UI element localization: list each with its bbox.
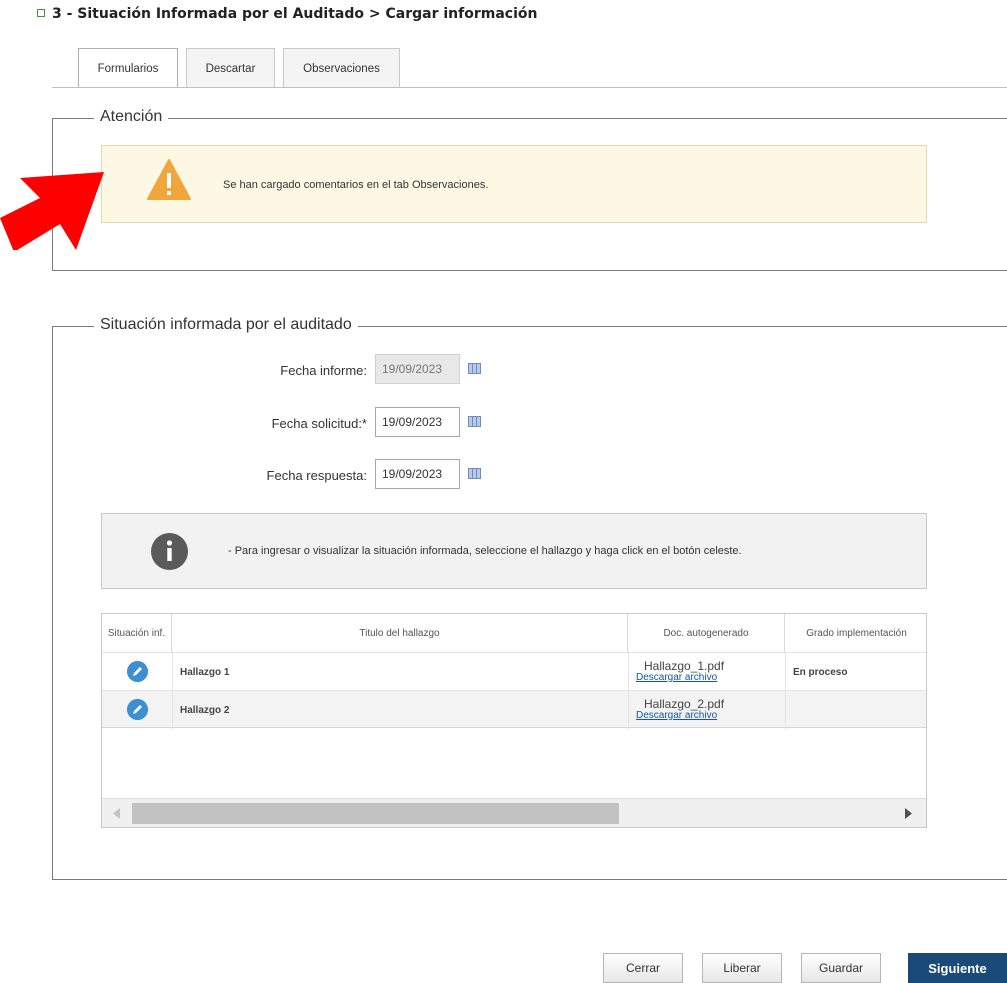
grado-value: En proceso bbox=[793, 667, 848, 678]
square-bullet-icon bbox=[37, 9, 45, 17]
warning-message: Se han cargado comentarios en el tab Obs… bbox=[223, 179, 489, 191]
siguiente-button[interactable]: Siguiente bbox=[908, 953, 1007, 983]
info-message: - Para ingresar o visualizar la situació… bbox=[228, 545, 742, 557]
fecha-informe-label: Fecha informe: bbox=[280, 363, 367, 378]
fecha-informe-input bbox=[375, 354, 460, 384]
column-header-situacion[interactable]: Situación inf. bbox=[102, 614, 172, 652]
scrollbar-thumb[interactable] bbox=[132, 803, 619, 824]
column-header-titulo[interactable]: Titulo del hallazgo bbox=[172, 614, 628, 652]
horizontal-scrollbar[interactable] bbox=[102, 798, 926, 827]
table-row[interactable]: Hallazgo 1 Hallazgo_1.pdf Descargar arch… bbox=[102, 652, 926, 691]
table-row[interactable]: Hallazgo 2 Hallazgo_2.pdf Descargar arch… bbox=[102, 690, 926, 729]
download-link[interactable]: Descargar archivo bbox=[636, 672, 717, 683]
column-header-grado[interactable]: Grado implementación bbox=[785, 614, 926, 652]
hallazgo-title: Hallazgo 1 bbox=[180, 667, 230, 678]
tab-descartar[interactable]: Descartar bbox=[186, 48, 275, 88]
warning-triangle-icon bbox=[147, 159, 191, 200]
red-arrow-icon bbox=[0, 172, 104, 250]
calendar-icon[interactable] bbox=[468, 416, 481, 427]
page-title-text: 3 - Situación Informada por el Auditado … bbox=[52, 6, 538, 22]
attention-legend: Atención bbox=[94, 108, 169, 126]
pencil-icon[interactable] bbox=[127, 661, 148, 682]
info-circle-icon bbox=[151, 533, 188, 570]
doc-filename: Hallazgo_1.pdf bbox=[644, 659, 725, 673]
calendar-icon[interactable] bbox=[468, 363, 481, 374]
column-header-doc[interactable]: Doc. autogenerado bbox=[628, 614, 785, 652]
scroll-right-icon[interactable] bbox=[905, 808, 913, 819]
fecha-respuesta-input[interactable] bbox=[375, 459, 460, 489]
fecha-respuesta-label: Fecha respuesta: bbox=[266, 468, 367, 483]
guardar-button[interactable]: Guardar bbox=[801, 953, 881, 983]
doc-filename: Hallazgo_2.pdf bbox=[644, 697, 725, 711]
pencil-icon[interactable] bbox=[127, 699, 148, 720]
download-link[interactable]: Descargar archivo bbox=[636, 710, 717, 721]
liberar-button[interactable]: Liberar bbox=[702, 953, 782, 983]
page-title: 3 - Situación Informada por el Auditado … bbox=[37, 6, 537, 22]
fecha-solicitud-input[interactable] bbox=[375, 407, 460, 437]
tab-observaciones[interactable]: Observaciones bbox=[283, 48, 400, 88]
hallazgo-title: Hallazgo 2 bbox=[180, 705, 230, 716]
scroll-left-icon[interactable] bbox=[113, 808, 121, 819]
fecha-solicitud-label: Fecha solicitud:* bbox=[271, 416, 367, 431]
tab-formularios[interactable]: Formularios bbox=[78, 48, 178, 88]
calendar-icon[interactable] bbox=[468, 468, 481, 479]
cerrar-button[interactable]: Cerrar bbox=[603, 953, 683, 983]
situacion-legend: Situación informada por el auditado bbox=[94, 316, 358, 334]
tabs-divider bbox=[52, 87, 1007, 88]
hallazgos-table: Situación inf. Titulo del hallazgo Doc. … bbox=[101, 613, 927, 828]
